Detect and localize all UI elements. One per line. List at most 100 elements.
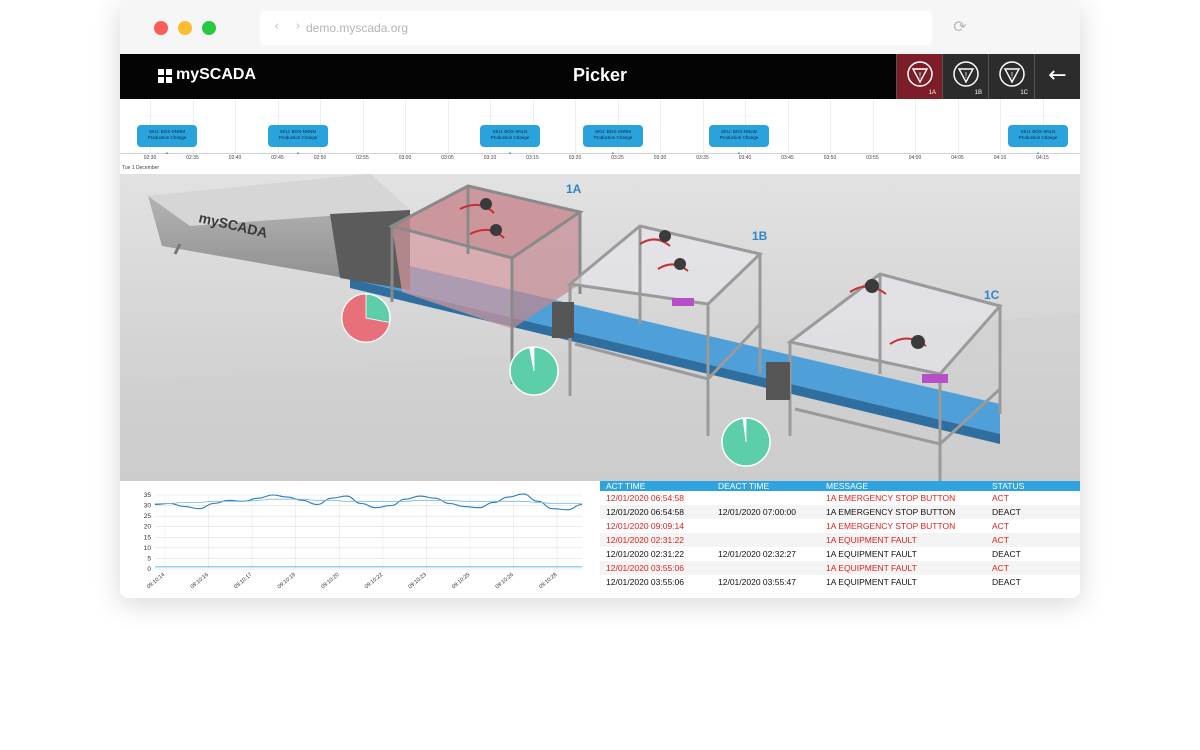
timeline-gridline — [787, 99, 789, 154]
trend-xtick: 09:10:19 — [277, 572, 297, 590]
timeline-axis — [120, 153, 1080, 154]
timeline-tick-label: 02:45 — [271, 155, 284, 161]
timeline-tick-label: 04:15 — [1036, 155, 1049, 161]
browser-window: ‹ › demo.myscada.org ⟳ mySCADA Picker ! 1… — [120, 0, 1080, 598]
alarm-status: ACT — [992, 535, 1009, 545]
timeline-gridline — [447, 99, 449, 154]
trend-xtick: 09:10:26 — [495, 572, 515, 590]
event-text: Production Change — [147, 135, 187, 140]
maximize-window-button[interactable] — [202, 21, 216, 35]
emergency-stop-icon: ! — [907, 61, 933, 87]
station-1a-pie[interactable] — [341, 293, 391, 343]
timeline-tick-label: 02:30 — [143, 155, 157, 161]
alarm-button-1c[interactable]: ! 1C — [988, 54, 1034, 99]
timeline-tick-label: 03:05 — [441, 155, 454, 161]
alarm-act-time: 12/01/2020 06:54:58 — [606, 507, 684, 517]
alarm-status: ACT — [992, 563, 1009, 573]
page-title: Picker — [572, 65, 628, 85]
back-button[interactable]: ← — [1034, 54, 1080, 99]
back-forward-icon[interactable]: ‹ › — [274, 19, 307, 34]
timeline-gridline — [702, 99, 704, 154]
alarm-row[interactable]: 12/01/2020 06:54:58 12/01/2020 07:00:00 1A… — [600, 505, 1080, 519]
alarm-act-time: 12/01/2020 09:09:14 — [606, 521, 684, 531]
event-text: Production Change — [278, 135, 318, 140]
trend-ytick: 35 — [144, 492, 152, 499]
production-change-event[interactable]: SKU: BOX-NNLW Production Change — [709, 125, 769, 147]
trend-xtick: 09:10:16 — [190, 572, 210, 590]
alarm-act-time: 12/01/2020 03:55:06 — [606, 563, 684, 573]
alarm-message: 1A EQUIPMENT FAULT — [826, 577, 917, 587]
trend-xtick: 09:10:22 — [364, 572, 384, 590]
event-timeline[interactable]: SKU: BOX-SNNM Production Change ▲ SKU: BOX-… — [120, 99, 1080, 174]
production-line-3d-view: mySCADA 1A 1B 1C — [120, 174, 1080, 481]
timeline-tick-label: 03:00 — [398, 155, 412, 161]
timeline-date: Tue 1 December — [122, 165, 160, 171]
timeline-gridline — [575, 99, 576, 154]
production-change-event[interactable]: SKU: BOX-SNLN Production Change — [1008, 125, 1068, 147]
timeline-tick-label: 03:30 — [653, 155, 667, 161]
alarm-act-time: 12/01/2020 03:55:06 — [606, 577, 684, 587]
alarm-button-1b[interactable]: ! 1B — [942, 54, 988, 99]
emergency-stop-icon: ! — [953, 61, 979, 87]
alarm-row[interactable]: 12/01/2020 09:09:14 1A EMERGENCY STOP BUT… — [600, 519, 1080, 533]
trend-xtick: 09:10:28 — [538, 572, 558, 590]
trend-xtick: 09:10:20 — [320, 572, 340, 590]
close-window-button[interactable] — [154, 21, 168, 35]
reload-icon[interactable]: ⟳ — [949, 16, 971, 38]
trend-ytick: 25 — [144, 513, 152, 520]
timeline-gridline — [660, 99, 661, 154]
timeline-tick-label: 03:20 — [568, 155, 582, 161]
alarm-table-header: ACT TIME DEACT TIME MESSAGE STATUS — [600, 481, 1080, 491]
alarm-button-label: 1B — [974, 90, 982, 96]
trend-chart[interactable]: 35 30 25 20 15 10 5 0 09:10:14 09:10:16 09:10:17 09… — [120, 481, 590, 598]
minimize-window-button[interactable] — [178, 21, 192, 35]
alarm-act-time: 12/01/2020 06:54:58 — [606, 493, 684, 503]
event-text: Production Change — [593, 135, 633, 140]
alarm-button-1a[interactable]: ! 1A — [896, 54, 942, 99]
myscada-tunnel: mySCADA — [148, 174, 410, 290]
alarm-row[interactable]: 12/01/2020 06:54:58 1A EMERGENCY STOP BUT… — [600, 491, 1080, 505]
production-change-event[interactable]: SKU: BOX-SNNM Production Change — [137, 125, 197, 147]
trend-xtick: 09:10:25 — [451, 572, 471, 590]
bottom-panel: 35 30 25 20 15 10 5 0 09:10:14 09:10:16 09:10:17 09… — [120, 481, 1080, 598]
alarm-deact-time: 12/01/2020 03:55:47 — [718, 577, 796, 587]
timeline-gridline — [1000, 99, 1001, 154]
alarm-column-header[interactable]: ACT TIME — [606, 481, 645, 491]
alarm-table[interactable]: ACT TIME DEACT TIME MESSAGE STATUS 12/01/20… — [600, 481, 1080, 598]
production-change-event[interactable]: SKU: BOX-NNNM Production Change — [268, 125, 328, 147]
timeline-gridline — [830, 99, 831, 154]
trend-xtick: 09:10:14 — [146, 572, 166, 590]
timeline-tick-label: 03:55 — [866, 155, 879, 161]
alarm-message: 1A EMERGENCY STOP BUTTON — [826, 493, 956, 503]
alarm-row[interactable]: 12/01/2020 03:55:06 12/01/2020 03:55:47 1A… — [600, 575, 1080, 589]
alarm-column-header[interactable]: DEACT TIME — [718, 481, 769, 491]
alarm-row[interactable]: 12/01/2020 02:31:22 1A EQUIPMENT FAULT ACT — [600, 533, 1080, 547]
alarm-message: 1A EMERGENCY STOP BUTTON — [826, 521, 956, 531]
svg-text:!: ! — [919, 71, 921, 80]
alarm-message: 1A EQUIPMENT FAULT — [826, 563, 917, 573]
timeline-gridline — [957, 99, 959, 154]
alarm-status: DEACT — [992, 507, 1021, 517]
alarm-column-header[interactable]: MESSAGE — [826, 481, 868, 491]
trend-series-line — [154, 493, 583, 511]
alarm-status: ACT — [992, 521, 1009, 531]
station-1c-pie[interactable] — [721, 417, 771, 467]
url-text[interactable]: demo.myscada.org — [306, 21, 408, 35]
alarm-status: ACT — [992, 493, 1009, 503]
timeline-tick-label: 03:40 — [738, 155, 752, 161]
alarm-message: 1A EQUIPMENT FAULT — [826, 549, 917, 559]
production-change-event[interactable]: SKU: BOX-SNNM Production Change — [583, 125, 643, 147]
timeline-tick-label: 02:35 — [186, 155, 199, 161]
station-1b-pie[interactable] — [509, 346, 559, 396]
alarm-row[interactable]: 12/01/2020 03:55:06 1A EQUIPMENT FAULT ACT — [600, 561, 1080, 575]
alarm-row[interactable]: 12/01/2020 02:31:22 12/01/2020 02:32:27 1A… — [600, 547, 1080, 561]
svg-text:!: ! — [965, 71, 967, 80]
event-text: Production Change — [1018, 135, 1058, 140]
production-change-event[interactable]: SKU: BOX-SNLN Production Change — [480, 125, 540, 147]
alarm-column-header[interactable]: STATUS — [992, 481, 1024, 491]
timeline-gridline — [362, 99, 364, 154]
address-bar[interactable]: ‹ › demo.myscada.org — [260, 11, 932, 45]
timeline-tick-label: 03:10 — [483, 155, 497, 161]
timeline-tick-label: 02:50 — [313, 155, 327, 161]
alarm-deact-time: 12/01/2020 02:32:27 — [718, 549, 796, 559]
